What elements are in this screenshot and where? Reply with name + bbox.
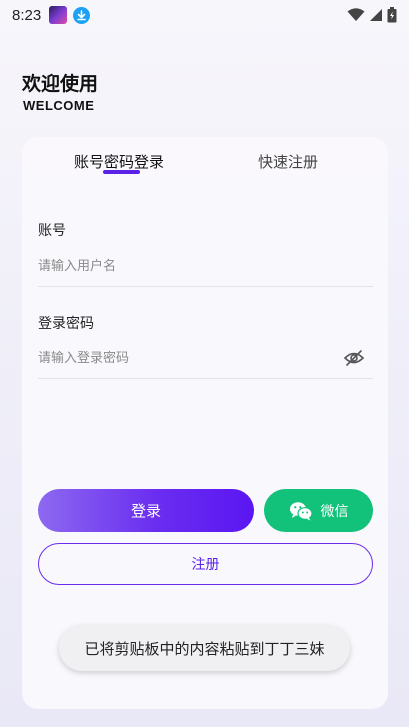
app-thumbnail-icon bbox=[49, 6, 68, 24]
wechat-login-button[interactable]: 微信 bbox=[264, 489, 373, 532]
register-button[interactable]: 注册 bbox=[38, 543, 373, 585]
clipboard-toast: 已将剪贴板中的内容粘贴到丁丁三妹 bbox=[59, 625, 350, 671]
eye-off-icon[interactable] bbox=[343, 349, 365, 367]
divider bbox=[38, 286, 373, 287]
wechat-button-label: 微信 bbox=[320, 503, 349, 520]
wechat-icon bbox=[289, 501, 313, 520]
username-input[interactable] bbox=[38, 251, 373, 281]
download-icon bbox=[73, 6, 91, 24]
divider bbox=[38, 378, 373, 379]
tab-quick-register[interactable]: 快速注册 bbox=[258, 151, 318, 172]
signal-icon bbox=[370, 9, 382, 21]
tab-password-login[interactable]: 账号密码登录 bbox=[74, 151, 164, 172]
welcome-subtitle: WELCOME bbox=[23, 98, 95, 113]
password-input[interactable] bbox=[38, 343, 338, 373]
welcome-title: 欢迎使用 bbox=[22, 73, 99, 95]
status-indicators bbox=[347, 7, 397, 23]
status-bar: 8:23 bbox=[0, 0, 409, 30]
battery-icon bbox=[387, 7, 397, 23]
login-button[interactable]: 登录 bbox=[38, 489, 254, 532]
login-card: 账号密码登录 快速注册 账号 登录密码 登录 微信 注册 bbox=[22, 137, 388, 709]
active-tab-indicator bbox=[103, 170, 140, 174]
wifi-icon bbox=[347, 8, 365, 21]
status-time: 8:23 bbox=[12, 6, 42, 24]
password-label: 登录密码 bbox=[38, 316, 94, 332]
account-label: 账号 bbox=[38, 223, 66, 239]
